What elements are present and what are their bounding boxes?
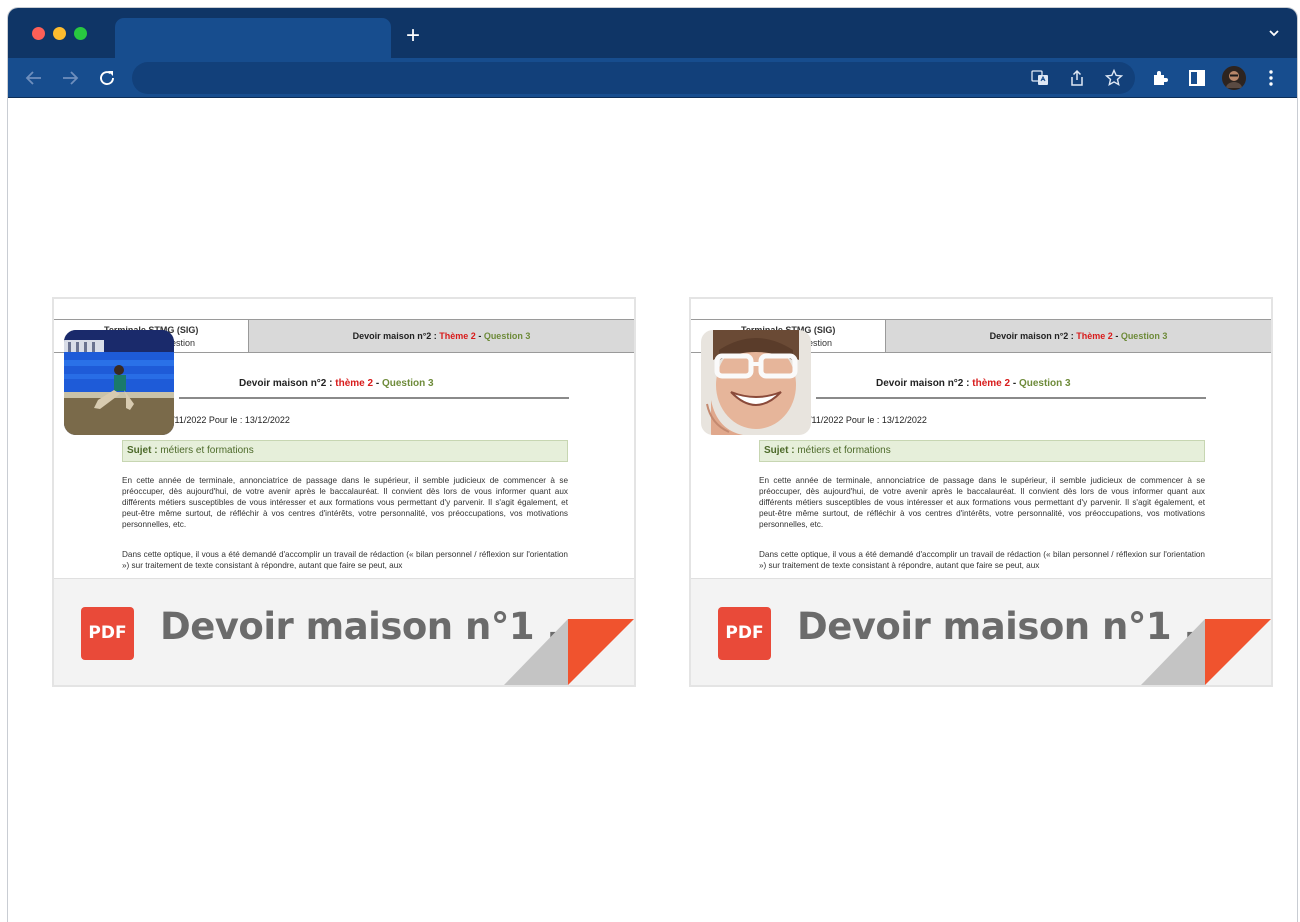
divider xyxy=(816,397,1206,399)
pdf-file-icon: PDF xyxy=(718,607,771,660)
doc-date: /11/2022 Pour le : 13/12/2022 xyxy=(809,415,927,425)
share-icon[interactable] xyxy=(1067,68,1087,88)
bookmark-star-icon[interactable] xyxy=(1104,68,1124,88)
profile-avatar[interactable] xyxy=(1222,66,1246,90)
maximize-window-button[interactable] xyxy=(74,27,87,40)
toolbar xyxy=(8,58,1297,98)
file-card[interactable]: Terminale STMG (SIG) n de Gestion Devoir… xyxy=(52,297,636,687)
page-content: Terminale STMG (SIG) n de Gestion Devoir… xyxy=(8,99,1297,922)
tab-bar: + xyxy=(8,8,1297,58)
extensions-puzzle-icon[interactable] xyxy=(1148,66,1172,90)
file-footer: PDF Devoir maison n°1 ... xyxy=(691,578,1271,685)
file-card[interactable]: Terminale STMG (SIG) n de Gestion Devoir… xyxy=(689,297,1273,687)
doc-paragraph: En cette année de terminale, annonciatri… xyxy=(122,476,568,529)
divider xyxy=(179,397,569,399)
reload-icon[interactable] xyxy=(95,66,119,90)
owner-avatar xyxy=(701,330,811,435)
tab-search-chevron-icon[interactable] xyxy=(1267,26,1281,45)
doc-header-right: Devoir maison n°2 : Thème 2 - Question 3 xyxy=(249,320,634,353)
doc-title: Devoir maison n°2 : thème 2 - Question 3 xyxy=(239,378,434,389)
doc-paragraph: En cette année de terminale, annonciatri… xyxy=(759,476,1205,529)
more-menu-icon[interactable] xyxy=(1259,66,1283,90)
active-tab[interactable] xyxy=(115,18,391,58)
new-tab-button[interactable]: + xyxy=(406,24,420,48)
doc-header-right: Devoir maison n°2 : Thème 2 - Question 3 xyxy=(886,320,1271,353)
address-bar[interactable] xyxy=(132,62,1135,94)
owner-avatar xyxy=(64,330,174,435)
back-arrow-icon[interactable] xyxy=(22,66,46,90)
pdf-preview: Terminale STMG (SIG) n de Gestion Devoir… xyxy=(691,299,1271,579)
doc-paragraph: Dans cette optique, il vous a été demand… xyxy=(759,550,1205,570)
doc-paragraph: Dans cette optique, il vous a été demand… xyxy=(122,550,568,570)
pdf-preview: Terminale STMG (SIG) n de Gestion Devoir… xyxy=(54,299,634,579)
translate-icon[interactable] xyxy=(1030,68,1050,88)
forward-arrow-icon[interactable] xyxy=(58,66,82,90)
doc-title: Devoir maison n°2 : thème 2 - Question 3 xyxy=(876,378,1071,389)
file-footer: PDF Devoir maison n°1 ... xyxy=(54,578,634,685)
side-panel-icon[interactable] xyxy=(1185,66,1209,90)
page-fold-icon xyxy=(504,619,634,685)
pdf-file-icon: PDF xyxy=(81,607,134,660)
doc-date: /11/2022 Pour le : 13/12/2022 xyxy=(172,415,290,425)
page-fold-icon xyxy=(1141,619,1271,685)
minimize-window-button[interactable] xyxy=(53,27,66,40)
doc-subject: Sujet : métiers et formations xyxy=(122,440,568,462)
doc-subject: Sujet : métiers et formations xyxy=(759,440,1205,462)
browser-window: + (SIG) Gestion Devoir maison n°2: Thèm… xyxy=(8,8,1297,922)
close-window-button[interactable] xyxy=(32,27,45,40)
